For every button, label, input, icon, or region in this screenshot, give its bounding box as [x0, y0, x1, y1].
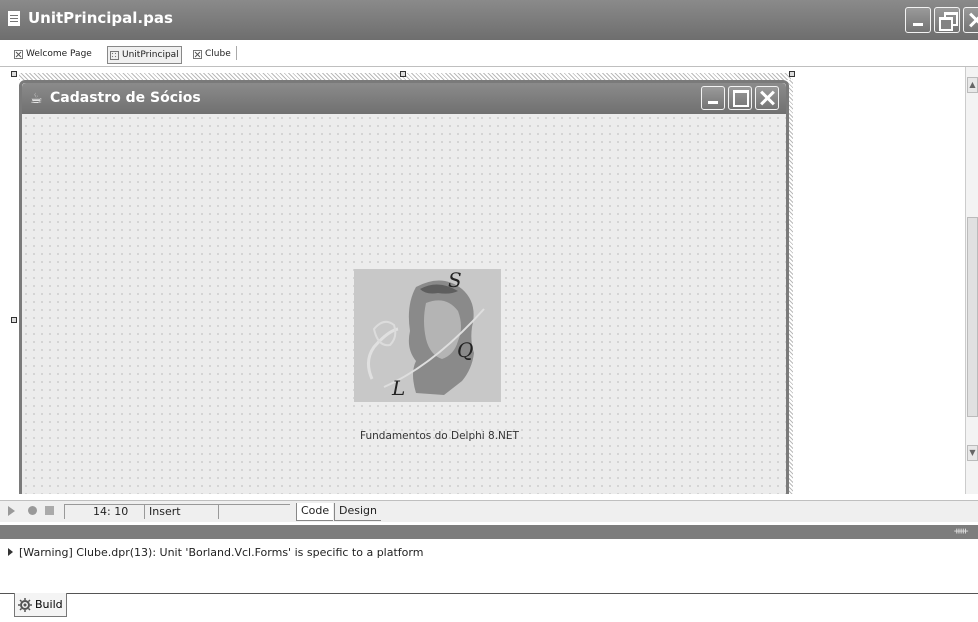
- form-caption-label[interactable]: Fundamentos do Delphi 8.NET: [360, 430, 519, 442]
- sql-logo-image[interactable]: S Q L: [354, 268, 501, 402]
- vertical-scrollbar[interactable]: ▲ ▼: [965, 67, 978, 494]
- tab-code[interactable]: Code: [296, 503, 334, 521]
- form-titlebar[interactable]: ☕ Cadastro de Sócios: [22, 83, 786, 114]
- tab-clube[interactable]: Clube: [193, 46, 231, 62]
- tab-label: UnitPrincipal: [122, 50, 179, 60]
- build-gear-icon: [18, 597, 32, 612]
- tab-label: Welcome Page: [26, 49, 92, 59]
- editor-statusbar: 14: 10 Insert Code Design: [0, 500, 978, 522]
- tab-welcome-page[interactable]: Welcome Page: [14, 46, 92, 62]
- tab-label: Build: [35, 598, 63, 611]
- tab-divider: [236, 46, 237, 60]
- message-item[interactable]: [Warning] Clube.dpr(13): Unit 'Borland.V…: [8, 546, 423, 559]
- logo-letter-s: S: [448, 269, 462, 292]
- expand-arrow-icon[interactable]: [8, 548, 13, 556]
- bottom-divider: [0, 593, 978, 594]
- minimize-button[interactable]: [905, 7, 931, 33]
- logo-letter-q: Q: [457, 338, 473, 362]
- window-title: UnitPrincipal.pas: [28, 9, 173, 27]
- cursor-position: 14: 10: [64, 504, 144, 519]
- form-icon: ☕: [30, 91, 43, 107]
- form-close-button[interactable]: [755, 86, 779, 110]
- form-cadastro-socios[interactable]: ☕ Cadastro de Sócios S Q L Fundamentos d…: [19, 80, 789, 494]
- resize-handle[interactable]: [11, 71, 17, 77]
- edit-mode: Insert: [144, 504, 218, 519]
- tab-build[interactable]: Build: [14, 593, 67, 617]
- messages-panel-header: ᚔ: [0, 525, 978, 539]
- resize-handle[interactable]: [11, 317, 17, 323]
- status-empty-cell: [218, 504, 290, 519]
- tab-unitprincipal[interactable]: UnitPrincipal: [107, 46, 182, 64]
- restore-button[interactable]: [934, 7, 960, 33]
- play-macro-icon[interactable]: [8, 506, 15, 516]
- stop-macro-icon[interactable]: [45, 506, 54, 515]
- logo-letter-l: L: [391, 376, 405, 400]
- editor-tabstrip: Welcome Page UnitPrincipal Clube: [0, 40, 978, 67]
- form-canvas[interactable]: S Q L Fundamentos do Delphi 8.NET: [22, 114, 786, 494]
- close-tab-icon[interactable]: [193, 49, 202, 59]
- close-tab-icon[interactable]: [14, 49, 23, 59]
- scroll-down-arrow-icon[interactable]: ▼: [967, 445, 978, 461]
- tab-design[interactable]: Design: [334, 503, 381, 521]
- message-text: [Warning] Clube.dpr(13): Unit 'Borland.V…: [19, 546, 424, 559]
- scroll-up-arrow-icon[interactable]: ▲: [967, 77, 978, 93]
- form-unit-icon: [110, 50, 119, 60]
- file-icon: [8, 11, 20, 26]
- window-titlebar: UnitPrincipal.pas: [0, 0, 978, 40]
- record-macro-icon[interactable]: [28, 506, 37, 515]
- tab-label: Clube: [205, 49, 231, 59]
- scroll-thumb[interactable]: [967, 217, 978, 417]
- resize-handle[interactable]: [789, 71, 795, 77]
- form-designer[interactable]: ☕ Cadastro de Sócios S Q L Fundamentos d…: [0, 67, 965, 494]
- form-minimize-button[interactable]: [701, 86, 725, 110]
- pin-icon[interactable]: ᚔ: [954, 526, 968, 537]
- form-maximize-button[interactable]: [728, 86, 752, 110]
- close-button[interactable]: [963, 7, 978, 33]
- resize-handle[interactable]: [400, 71, 406, 77]
- form-title: Cadastro de Sócios: [50, 90, 201, 106]
